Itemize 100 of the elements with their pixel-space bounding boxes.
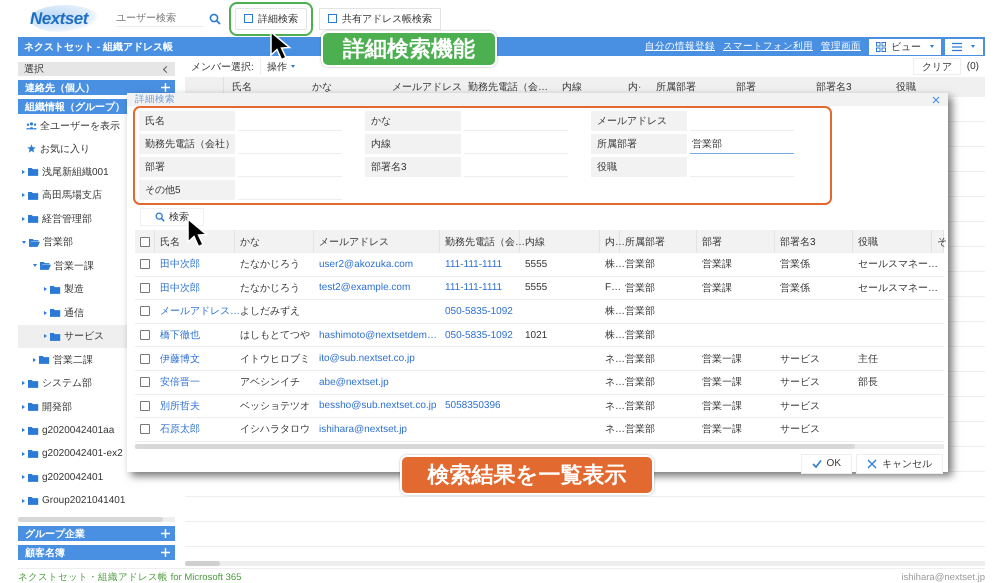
folder-icon [39,355,50,364]
checkbox[interactable] [140,306,150,316]
app-title: ネクストセット - 組織アドレス帳 [23,40,173,54]
field-label: その他5 [139,180,235,200]
caret-icon [22,381,25,386]
user-search-field[interactable]: ユーザー検索 [116,10,204,26]
sidebar-section[interactable]: 顧客名簿 [18,545,175,560]
table-link[interactable]: 田中次郎 [160,259,200,270]
field-label: 所属部署 [591,134,687,154]
checkbox[interactable] [140,330,150,340]
table-cell: イトウヒロブミ [240,354,310,365]
folder-icon [28,402,39,412]
table-link[interactable]: 伊藤博文 [160,354,200,365]
selection-count: (0) [966,61,979,72]
plus-icon[interactable] [161,548,170,557]
header-link[interactable]: スマートフォン利用 [723,40,813,53]
caret-icon [290,65,295,68]
caret-icon [971,45,975,48]
table-link[interactable]: ito@sub.nextset.co.jp [319,353,415,364]
table-link[interactable]: test2@example.com [319,282,410,294]
table-cell: 営業部 [625,259,655,270]
table-cell: 主任 [858,354,878,365]
checkbox[interactable] [140,424,150,434]
plus-icon[interactable] [161,83,170,92]
clear-button[interactable]: クリア [912,58,961,75]
caret-icon [22,193,25,198]
checkbox[interactable] [140,354,150,364]
menu-icon [952,42,962,52]
table-link[interactable]: 111-111-1111 [445,282,502,294]
callout-label: 詳細検索機能 [321,31,497,67]
ok-button[interactable]: OK [800,454,852,474]
folder-icon [28,496,39,506]
table-cell: 営業課 [702,259,732,270]
column-header: 内· [627,80,642,94]
table-cell: 営業一課 [702,354,742,365]
table-link[interactable]: 5058350396 [445,400,501,412]
table-link[interactable]: メールアドレス… [160,306,240,318]
product-name: ネクストセット・組織アドレス帳 for Microsoft 365 [18,570,242,583]
table-cell: 営業係 [780,282,810,294]
table-link[interactable]: abe@nextset.jp [319,376,389,388]
folder-icon [50,332,61,341]
table-cell: 営業部 [625,424,655,436]
column-header: 所属部署 [655,80,697,94]
table-link[interactable]: 石原太郎 [160,424,200,436]
checkbox[interactable] [140,282,150,293]
table-link[interactable]: ishihara@nextset.jp [319,424,407,435]
table-cell: セールスマネー… [858,282,938,294]
member-select-label: メンバー選択: [190,60,255,74]
search-mode-button[interactable]: 共有アドレス帳検索 [319,8,441,30]
column-header: 氏名 [231,80,253,94]
input-field[interactable]: 営業部 [690,134,794,154]
table-cell: 1021 [525,330,548,341]
search-icon [155,212,165,222]
header-link[interactable]: 管理画面 [821,40,861,53]
table-link[interactable]: 安倍晋一 [160,377,200,388]
column-header: 部署名3 [815,80,853,94]
sidebar-link[interactable]: お気に入り [40,142,90,156]
table-link[interactable]: bessho@sub.nextset.co.jp [319,400,436,412]
tree-item[interactable]: Group2021041401 [18,489,175,512]
sidebar-section[interactable]: グループ企業 [18,526,175,541]
table-link[interactable]: hashimoto@nextsetdem… [319,330,437,341]
tree-item[interactable]: g2020042401 [18,466,175,489]
star-icon [26,144,37,153]
checkbox[interactable] [140,377,150,388]
sidebar-section[interactable]: 連絡先（個人） [18,80,175,95]
caret-icon [44,334,47,338]
caret-icon [22,240,26,244]
caret-icon [22,498,25,503]
folder-icon [28,426,39,435]
menu-button[interactable] [945,38,983,54]
search-icon[interactable] [209,12,221,24]
tree-item[interactable]: g2020042401-ex2 [18,442,175,466]
field-label: 氏名 [139,111,235,131]
table-link[interactable]: 別所哲夫 [160,400,200,412]
table-cell: 営業一課 [702,400,742,412]
plus-icon[interactable] [161,529,170,538]
checkbox[interactable] [140,400,150,411]
table-link[interactable]: user2@akozuka.com [319,258,414,270]
table-cell: アベシンイチ [240,377,300,388]
section-label: 顧客名簿 [25,546,65,560]
checkbox[interactable] [140,259,150,270]
close-icon[interactable] [932,96,940,104]
header-link[interactable]: 自分の情報登録 [645,40,715,53]
table-cell: 営業部 [625,306,655,318]
caret-icon [22,428,25,432]
field-label: 部署 [139,157,235,177]
table-link[interactable]: 111-111-1111 [445,258,502,270]
table-link[interactable]: 050-5835-1092 [445,306,513,317]
view-button[interactable]: ビュー [869,38,941,54]
folder-icon [29,238,40,247]
table-cell: たなかじろう [240,282,300,294]
column-header: 内線 [561,80,583,94]
table-link[interactable]: 050-5835-1092 [445,330,513,341]
sidebar-link[interactable]: 全ユーザーを表示 [40,118,120,132]
table-link[interactable]: 田中次郎 [160,282,200,294]
search-button[interactable]: 検索 [140,208,204,226]
table-cell: サービス [780,400,820,412]
checkbox[interactable] [140,236,150,246]
cancel-button[interactable]: キャンセル [856,454,943,474]
folder-icon [28,472,39,482]
